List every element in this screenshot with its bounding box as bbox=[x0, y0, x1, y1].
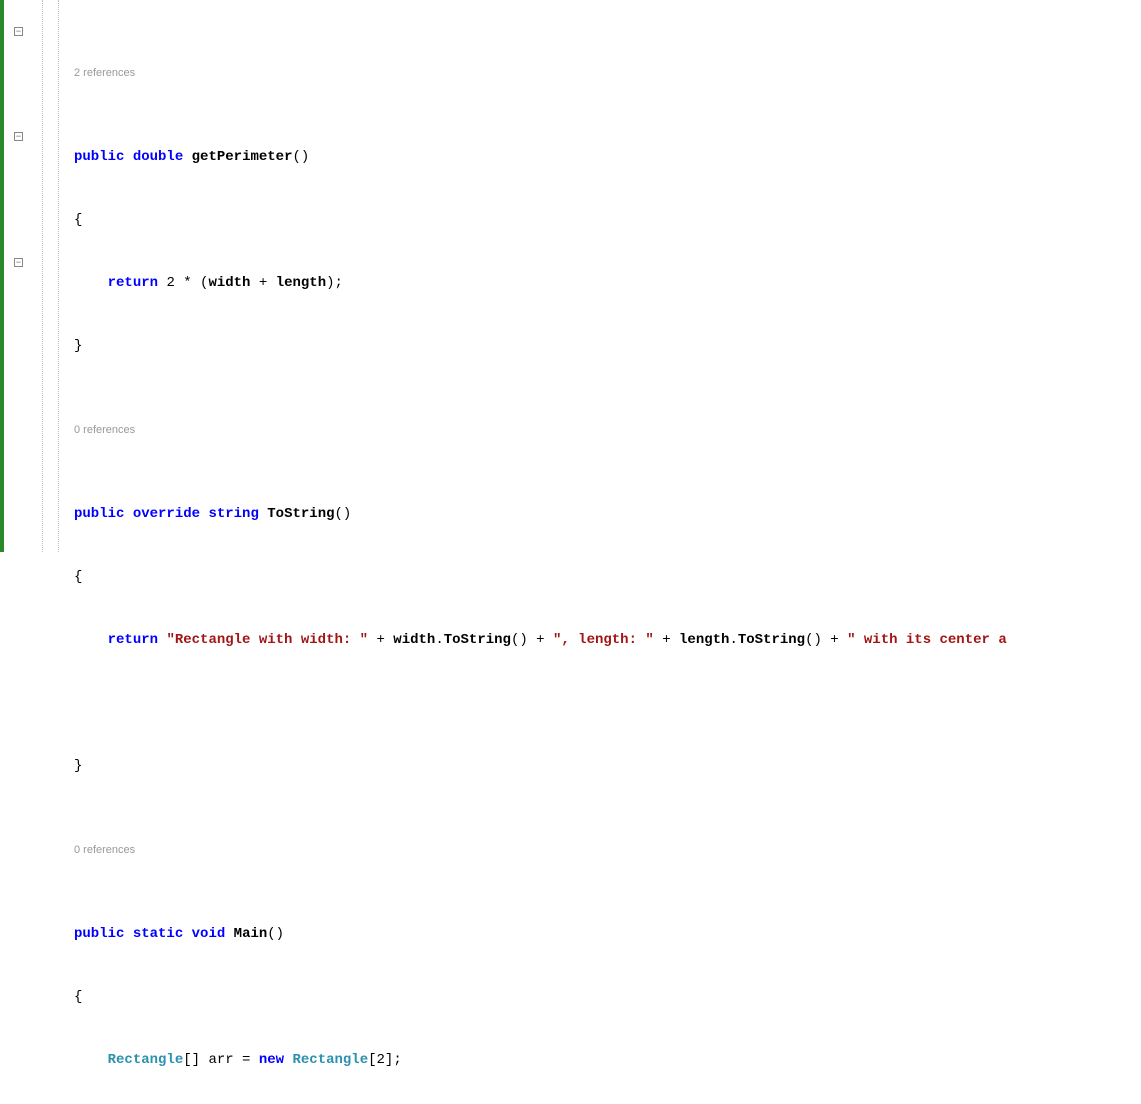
fold-gutter: − − − bbox=[0, 0, 34, 552]
code-line[interactable]: } bbox=[70, 336, 1141, 357]
codelens-refs[interactable]: 2 references bbox=[70, 63, 1141, 84]
outline-column bbox=[34, 0, 70, 552]
codelens-refs[interactable]: 0 references bbox=[70, 840, 1141, 861]
code-line[interactable]: public double getPerimeter() bbox=[70, 147, 1141, 168]
code-line[interactable] bbox=[70, 693, 1141, 714]
codelens-refs[interactable]: 0 references bbox=[70, 420, 1141, 441]
code-editor[interactable]: − − − 2 references public double getPeri… bbox=[0, 0, 1141, 552]
code-line[interactable]: { bbox=[70, 567, 1141, 588]
fold-icon[interactable]: − bbox=[14, 27, 23, 36]
code-area[interactable]: 2 references public double getPerimeter(… bbox=[70, 0, 1141, 552]
code-line[interactable]: { bbox=[70, 210, 1141, 231]
code-line[interactable]: return "Rectangle with width: " + width.… bbox=[70, 630, 1141, 651]
code-line[interactable]: return 2 * (width + length); bbox=[70, 273, 1141, 294]
code-line[interactable]: public override string ToString() bbox=[70, 504, 1141, 525]
code-line[interactable]: Rectangle[] arr = new Rectangle[2]; bbox=[70, 1050, 1141, 1071]
code-line[interactable]: { bbox=[70, 987, 1141, 1008]
code-line[interactable]: public static void Main() bbox=[70, 924, 1141, 945]
fold-icon[interactable]: − bbox=[14, 132, 23, 141]
fold-icon[interactable]: − bbox=[14, 258, 23, 267]
code-line[interactable]: } bbox=[70, 756, 1141, 777]
